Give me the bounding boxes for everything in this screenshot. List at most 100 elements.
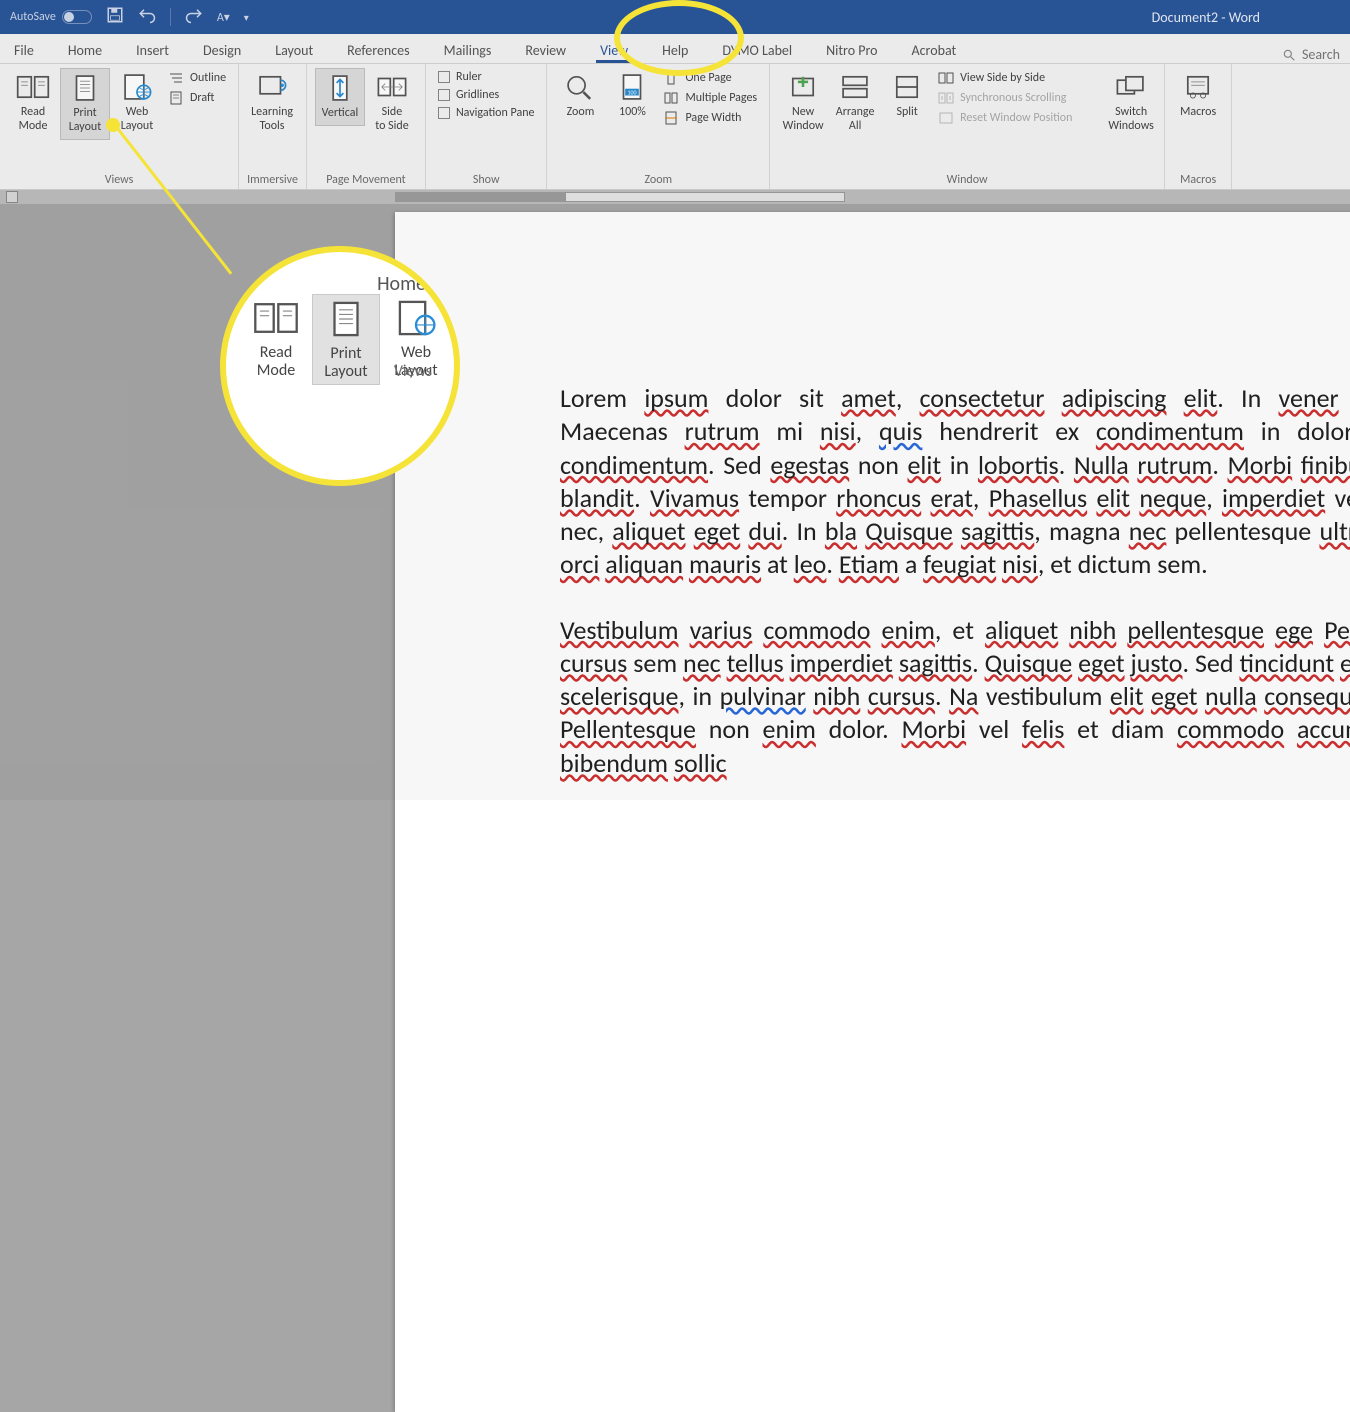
one-page-icon [663, 70, 679, 86]
vertical-label: Vertical [322, 107, 359, 121]
tab-acrobat[interactable]: Acrobat [908, 36, 961, 63]
svg-text:100: 100 [628, 89, 637, 97]
gridlines-label: Gridlines [456, 88, 499, 102]
zoom-button[interactable]: Zoom [555, 68, 605, 124]
tab-nitro[interactable]: Nitro Pro [822, 36, 881, 63]
paragraph-2[interactable]: Vestibulum varius commodo enim, et aliqu… [560, 614, 1350, 780]
arrange-all-label: Arrange All [836, 106, 875, 134]
group-zoom-label: Zoom [555, 171, 761, 187]
tab-insert[interactable]: Insert [132, 36, 173, 63]
learning-tools-label: Learning Tools [251, 106, 293, 134]
document-area[interactable]: Lorem ipsum dolor sit amet, consectetur … [0, 204, 1350, 800]
reset-pos-button: Reset Window Position [938, 110, 1100, 126]
sync-scroll-button: Synchronous Scrolling [938, 90, 1100, 106]
outline-button[interactable]: Outline [168, 70, 226, 86]
autosave-label: AutoSave [10, 10, 56, 24]
quick-access-toolbar: AutoSave A▾ ▾ [10, 6, 249, 28]
draft-label: Draft [190, 91, 214, 105]
macros-icon [1181, 72, 1215, 102]
side-by-side-icon [938, 70, 954, 86]
side-to-side-button[interactable]: Side to Side [367, 68, 417, 138]
vertical-button[interactable]: Vertical [315, 68, 365, 126]
hundred-percent-button[interactable]: 100 100% [607, 68, 657, 124]
window-title: Document2 - Word [249, 9, 1340, 26]
group-views-label: Views [8, 171, 230, 187]
sync-scroll-icon [938, 90, 954, 106]
side-to-side-label: Side to Side [375, 106, 409, 134]
side-by-side-button[interactable]: View Side by Side [938, 70, 1100, 86]
split-icon [890, 72, 924, 102]
nav-pane-label: Navigation Pane [456, 106, 535, 120]
group-show: Ruler Gridlines Navigation Pane Show [426, 64, 548, 189]
tab-layout[interactable]: Layout [271, 36, 317, 63]
nav-pane-checkbox[interactable]: Navigation Pane [438, 106, 535, 120]
search-icon [1282, 48, 1296, 62]
tab-help[interactable]: Help [658, 36, 692, 63]
gridlines-checkbox[interactable]: Gridlines [438, 88, 535, 102]
zoom-label: Zoom [567, 106, 595, 120]
checkbox-icon [438, 89, 450, 101]
tell-me-label: Search [1302, 46, 1340, 63]
paragraph-1[interactable]: Lorem ipsum dolor sit amet, consectetur … [560, 382, 1350, 582]
switch-windows-icon [1114, 72, 1148, 102]
arrange-all-button[interactable]: Arrange All [830, 68, 880, 138]
tell-me-search[interactable]: Search [1282, 46, 1340, 63]
macros-label: Macros [1180, 106, 1216, 120]
ruler-checkbox[interactable]: Ruler [438, 70, 535, 84]
switch-windows-label: Switch Windows [1108, 106, 1154, 134]
vertical-icon [323, 73, 357, 103]
switch-windows-button[interactable]: Switch Windows [1106, 68, 1156, 138]
tab-dymo[interactable]: DYMO Label [718, 36, 796, 63]
hundred-icon: 100 [615, 72, 649, 102]
tab-mailings[interactable]: Mailings [440, 36, 496, 63]
ribbon: Read Mode Print Layout Web Layout Outlin… [0, 64, 1350, 190]
split-button[interactable]: Split [882, 68, 932, 124]
undo-icon[interactable] [138, 6, 156, 28]
ruler-margin [395, 192, 565, 202]
hundred-label: 100% [619, 106, 646, 120]
redo-icon[interactable] [185, 6, 203, 28]
page-width-button[interactable]: Page Width [663, 110, 757, 126]
tab-home[interactable]: Home [64, 36, 106, 63]
new-window-icon [786, 72, 820, 102]
save-icon[interactable] [106, 6, 124, 28]
draft-button[interactable]: Draft [168, 90, 226, 106]
tab-file[interactable]: File [10, 36, 38, 63]
group-window: New Window Arrange All Split View Side b… [770, 64, 1165, 189]
font-dropdown-icon[interactable]: A▾ [217, 10, 230, 25]
tab-references[interactable]: References [343, 36, 413, 63]
ruler-corner[interactable] [6, 191, 18, 203]
reset-pos-label: Reset Window Position [960, 111, 1072, 125]
page-width-icon [663, 110, 679, 126]
arrange-all-icon [838, 72, 872, 102]
new-window-button[interactable]: New Window [778, 68, 828, 138]
zoom-icon [563, 72, 597, 102]
group-macros-label: Macros [1173, 171, 1223, 187]
tab-design[interactable]: Design [199, 36, 245, 63]
horizontal-ruler[interactable] [565, 192, 845, 202]
ruler-bar [0, 190, 1350, 204]
group-immersive: Learning Tools Immersive [239, 64, 307, 189]
one-page-label: One Page [685, 71, 731, 85]
tab-view[interactable]: View [596, 36, 632, 63]
read-mode-button[interactable]: Read Mode [8, 68, 58, 138]
side-by-side-label: View Side by Side [960, 71, 1045, 85]
print-layout-button[interactable]: Print Layout [60, 68, 110, 140]
tab-review[interactable]: Review [521, 36, 570, 63]
multi-pages-button[interactable]: Multiple Pages [663, 90, 757, 106]
group-immersive-label: Immersive [247, 171, 298, 187]
learning-tools-button[interactable]: Learning Tools [247, 68, 297, 138]
autosave-toggle[interactable]: AutoSave [10, 10, 92, 24]
web-layout-icon [120, 72, 154, 102]
checkbox-icon [438, 71, 450, 83]
multi-pages-label: Multiple Pages [685, 91, 757, 105]
one-page-button[interactable]: One Page [663, 70, 757, 86]
ruler-label: Ruler [456, 70, 482, 84]
learning-tools-icon [255, 72, 289, 102]
macros-button[interactable]: Macros [1173, 68, 1223, 124]
toggle-icon [62, 10, 92, 24]
page[interactable]: Lorem ipsum dolor sit amet, consectetur … [395, 212, 1350, 1412]
side-to-side-icon [375, 72, 409, 102]
checkbox-icon [438, 107, 450, 119]
group-page-movement: Vertical Side to Side Page Movement [307, 64, 426, 189]
